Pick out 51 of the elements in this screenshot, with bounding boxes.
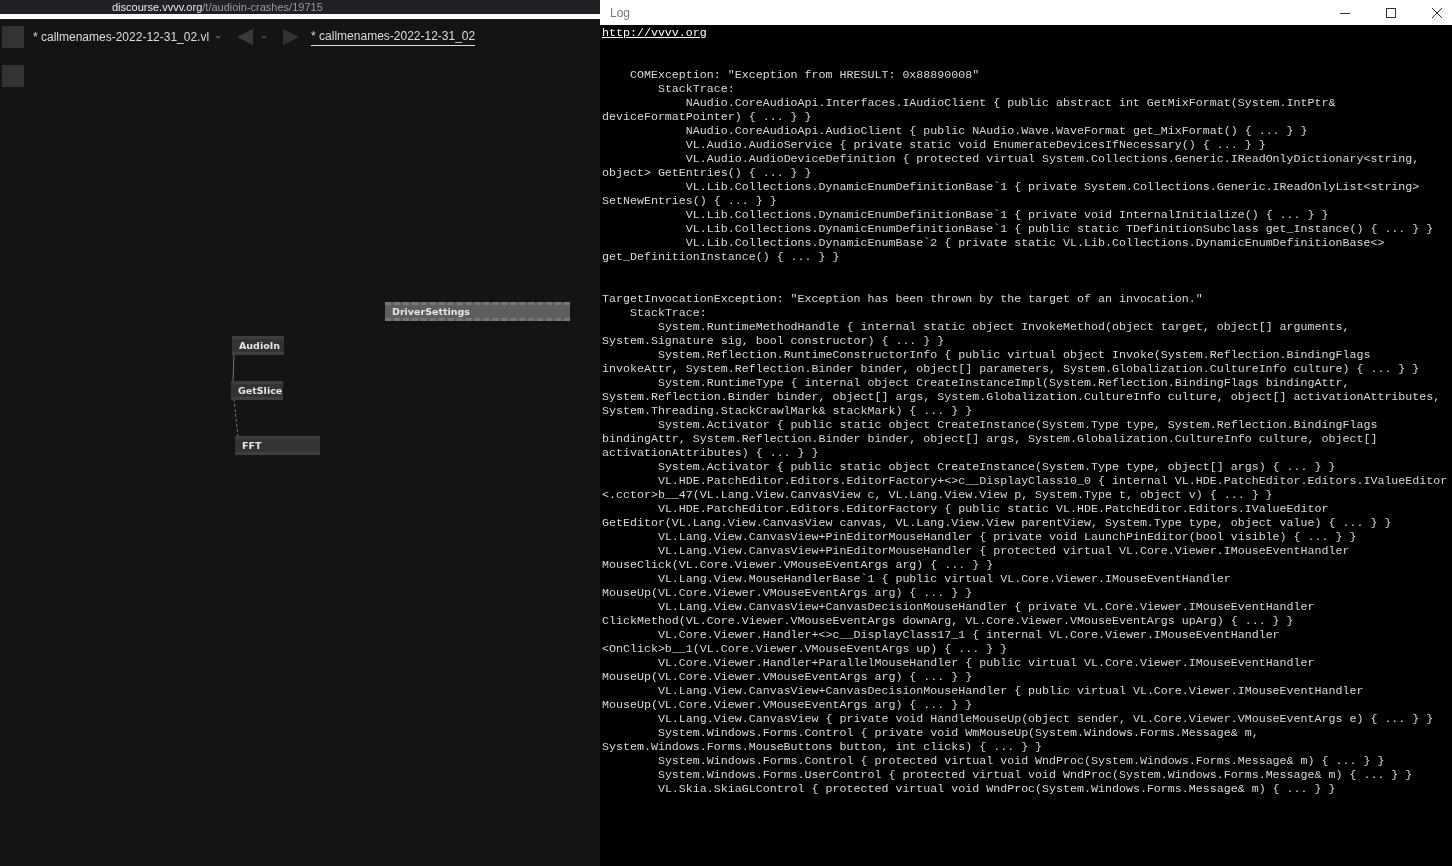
node-label: DriverSettings bbox=[392, 306, 470, 317]
link-line bbox=[233, 398, 239, 437]
maximize-icon[interactable] bbox=[1384, 5, 1398, 20]
square-button[interactable] bbox=[2, 65, 24, 87]
back-icon[interactable] bbox=[235, 28, 256, 46]
link-line bbox=[232, 353, 235, 382]
stack-trace-label: StackTrace: bbox=[656, 82, 736, 96]
node-label: AudioIn bbox=[239, 340, 280, 351]
stack-frame: System.RuntimeMethodHandle { internal static object InvokeMethod(object target, object[] arguments, System.Signature sig, bool constructor) { ... } } bbox=[602, 320, 1452, 348]
exception-message: COMException: "Exception from HRESULT: 0x88890008" bbox=[628, 68, 981, 82]
stack-frame: VL.HDE.PatchEditor.Editors.EditorFactory { public static VL.HDE.PatchEditor.Editors.IValueEditor GetEditor(VL.Lang.View.CanvasView canvas, VL.Lang.View.View parentView, System.Type type, object value) { ... } } bbox=[602, 502, 1452, 530]
stack-frame: VL.Audio.AudioDeviceDefinition { protected virtual System.Collections.Generic.IReadOnlyDictionary<string, object> GetEntries() { ... } } bbox=[602, 152, 1452, 180]
stack-frame: VL.Audio.AudioService { private static void EnumerateDevicesIfNecessary() { ... } } bbox=[602, 138, 1452, 152]
stack-frame: VL.Lib.Collections.DynamicEnumBase`2 { private static VL.Lib.Collections.DynamicEnumDefinitionBase<> get_DefinitionInstance() { ... } } bbox=[602, 236, 1452, 264]
stack-frame: VL.Lang.View.CanvasView+CanvasDecisionMouseHandler { private VL.Core.Viewer.IMouseEventHandler ClickMethod(VL.Core.Viewer.VMouseEventArgs downArg, VL.Core.Viewer.VMouseEventArgs upArg) { ... } } bbox=[602, 600, 1452, 628]
stack-frame: VL.Core.Viewer.Handler+<>c__DisplayClass17_1 { internal VL.Core.Viewer.IMouseEventHandler <OnClick>b__1(VL.Core.Viewer.VMouseEventArgs up) { ... } } bbox=[602, 628, 1452, 656]
node-label: GetSlice bbox=[238, 385, 283, 396]
stack-frame: VL.Lang.View.MouseHandlerBase`1 { public virtual VL.Core.Viewer.IMouseEventHandler MouseUp(VL.Core.Viewer.VMouseEventArgs arg) { ... } } bbox=[602, 572, 1452, 600]
stack-frame: System.Windows.Forms.UserControl { protected virtual void WndProc(System.Windows.Forms.Message& m) { ... } } bbox=[602, 768, 1452, 782]
exception-message: TargetInvocationException: "Exception has been thrown by the target of an invocation." bbox=[602, 292, 1204, 306]
stack-frame: System.Activator { public static object CreateInstance(System.Type type, System.Reflection.BindingFlags bindingAttr, System.Reflection.Binder binder, object[] args, System.Globalization.CultureInfo culture, object[] activationAttributes) { ... } } bbox=[602, 418, 1452, 460]
stack-frame: VL.Lib.Collections.DynamicEnumDefinitionBase`1 { public static TDefinitionSubclass get_Instance() { ... } } bbox=[602, 222, 1452, 236]
window-title: Log bbox=[610, 5, 631, 20]
patch-node[interactable]: FFT bbox=[235, 436, 320, 455]
stack-frame: NAudio.CoreAudioApi.Interfaces.IAudioClient { public abstract int GetMixFormat(System.IntPtr& deviceFormatPointer) { ... } } bbox=[602, 96, 1452, 124]
url-text[interactable]: discourse.vvvv.org/t/audioin-crashes/19715 bbox=[112, 1, 323, 13]
stack-frame: System.Windows.Forms.Control { protected virtual void WndProc(System.Windows.Forms.Message& m) { ... } } bbox=[602, 754, 1452, 768]
node-label: FFT bbox=[242, 440, 262, 451]
stack-frame: System.RuntimeType { internal object CreateInstanceImpl(System.Reflection.BindingFlags bindingAttr, System.Reflection.Binder binder, object[] args, System.Globalization.CultureInfo culture, object[] activationAttributes, System.Threading.StackCrawlMark& stackMark) { ... } } bbox=[602, 376, 1452, 418]
stack-frame: VL.Lang.View.CanvasView+PinEditorMouseHandler { private void LaunchPinEditor(bool visible) { ... } } bbox=[602, 530, 1452, 544]
menu-square-button[interactable] bbox=[2, 26, 24, 48]
patch-node[interactable]: DriverSettings bbox=[385, 302, 570, 321]
stack-frame: VL.Lang.View.CanvasView+CanvasDecisionMouseHandler { public virtual VL.Core.Viewer.IMouseEventHandler MouseUp(VL.Core.Viewer.VMouseEventArgs arg) { ... } } bbox=[602, 684, 1452, 712]
stack-frame: System.Reflection.RuntimeConstructorInfo { public virtual object Invoke(System.Reflection.BindingFlags invokeAttr, System.Reflection.Binder binder, object[] parameters, System.Globalization.CultureInfo culture) { ... } } bbox=[602, 348, 1452, 376]
close-icon[interactable] bbox=[1430, 5, 1444, 20]
patch-node[interactable]: AudioIn bbox=[232, 336, 284, 355]
patch-node[interactable]: GetSlice bbox=[231, 381, 283, 400]
stack-frame: VL.Lang.View.CanvasView+PinEditorMouseHandler { protected virtual VL.Core.Viewer.IMouseEventHandler MouseClick(VL.Core.Viewer.VMouseEventArgs arg) { ... } } bbox=[602, 544, 1452, 572]
stack-frame: VL.Lib.Collections.DynamicEnumDefinitionBase`1 { private void InternalInitialize() { ... } } bbox=[602, 208, 1452, 222]
stack-frame: VL.Lib.Collections.DynamicEnumDefinitionBase`1 { private System.Collections.Generic.IReadOnlyList<string> SetNewEntries() { ... } } bbox=[602, 180, 1452, 208]
stack-frame: VL.Skia.SkiaGLControl { protected virtual void WndProc(System.Windows.Forms.Message& m) { ... } } bbox=[602, 782, 1452, 796]
stack-frame: VL.HDE.PatchEditor.Editors.EditorFactory+<>c__DisplayClass10_0 { internal VL.HDE.PatchEditor.Editors.IValueEditor <.cctor>b__47(VL.Lang.View.CanvasView c, VL.Lang.View.View p, System.Type t, object v) { ... } } bbox=[602, 474, 1452, 502]
breadcrumb-link[interactable]: * callmenames-2022-12-31_02 bbox=[311, 28, 476, 46]
stack-frame: NAudio.CoreAudioApi.AudioClient { public NAudio.Wave.WaveFormat get_MixFormat() { ... } } bbox=[602, 124, 1452, 138]
stack-frame: VL.Lang.View.CanvasView { private void HandleMouseUp(object sender, VL.Core.Viewer.VMouseEventArgs e) { ... } } bbox=[602, 712, 1452, 726]
stack-trace-label: StackTrace: bbox=[628, 306, 708, 320]
stack-frame: VL.Core.Viewer.Handler+ParallelMouseHandler { public virtual VL.Core.Viewer.IMouseEventHandler MouseUp(VL.Core.Viewer.VMouseEventArgs arg) { ... } } bbox=[602, 656, 1452, 684]
document-tab[interactable]: * callmenames-2022-12-31_02.vl bbox=[28, 30, 210, 44]
stack-frame: System.Activator { public static object CreateInstance(System.Type type, object[] args) { ... } } bbox=[602, 460, 1452, 474]
stack-frame: System.Windows.Forms.Control { private void WmMouseUp(System.Windows.Forms.Message& m, System.Windows.Forms.MouseButtons button, int clicks) { ... } } bbox=[602, 726, 1452, 754]
website-link[interactable]: http://vvvv.org bbox=[602, 26, 707, 40]
